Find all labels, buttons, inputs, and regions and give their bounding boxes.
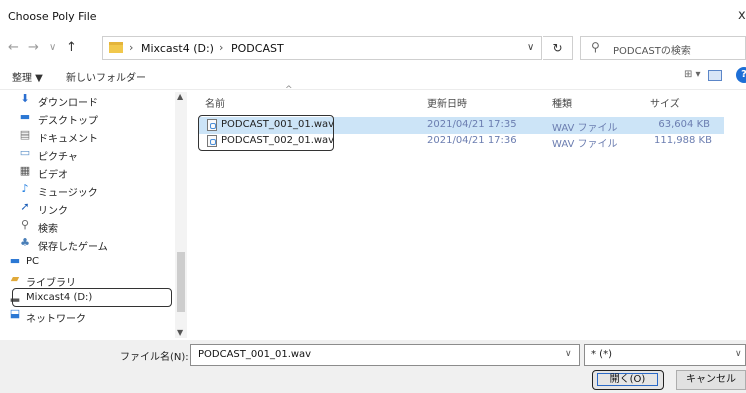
column-header-name[interactable]: 名前 (205, 95, 225, 110)
sidebar-item-links[interactable]: リンク (38, 202, 68, 220)
scroll-down-icon[interactable]: ▼ (177, 328, 183, 337)
column-header-type[interactable]: 種類 (552, 95, 572, 110)
back-arrow-icon[interactable]: ← (8, 40, 19, 55)
file-type: WAV ファイル (552, 123, 618, 134)
sidebar-item-searches[interactable]: 検索 (38, 220, 58, 238)
open-button[interactable]: 開く(O) (592, 370, 664, 390)
refresh-icon: ↻ (552, 41, 563, 55)
file-date: 2021/04/21 17:35 (427, 119, 517, 130)
breadcrumb-separator: › (219, 41, 224, 54)
up-folder-arrow-icon[interactable]: ↑ (66, 40, 77, 55)
sidebar-item-pc[interactable]: PC (26, 256, 39, 274)
close-icon[interactable]: x (738, 8, 746, 23)
folder-icon (109, 42, 123, 53)
sidebar-item-saved-games[interactable]: 保存したゲーム (38, 238, 108, 256)
search-icon: ⚲ (591, 40, 600, 54)
new-folder-button[interactable]: 新しいフォルダー (66, 69, 146, 84)
network-icon: ⬓ (9, 307, 21, 320)
preview-pane-icon[interactable] (708, 70, 722, 81)
download-arrow-icon: ⬇ (20, 92, 30, 105)
sidebar-scrollbar[interactable]: ▲ ▼ (175, 92, 187, 338)
library-icon: ▰ (10, 272, 20, 285)
files-highlight-outline (198, 115, 334, 151)
file-size: 63,604 KB (658, 119, 710, 130)
music-icon: ♪ (21, 182, 29, 195)
filename-field[interactable]: PODCAST_001_01.wav ∨ (190, 344, 580, 366)
command-toolbar: 整理 ▼ 新しいフォルダー ⊞ ▾ ? (0, 62, 746, 90)
sidebar-item-music[interactable]: ミュージック (38, 184, 98, 202)
help-icon[interactable]: ? (736, 67, 746, 83)
file-date: 2021/04/21 17:36 (427, 135, 517, 146)
window-title: Choose Poly File (8, 10, 97, 23)
title-bar: Choose Poly File x (0, 0, 746, 34)
search-icon: ⚲ (20, 218, 30, 231)
pictures-icon: ▭ (19, 146, 31, 159)
sidebar-item-network[interactable]: ネットワーク (26, 310, 86, 328)
filename-value[interactable]: PODCAST_001_01.wav (198, 349, 311, 360)
scroll-thumb[interactable] (177, 252, 185, 312)
recent-locations-chevron-icon[interactable]: ∨ (49, 42, 56, 53)
address-dropdown-chevron-icon[interactable]: ∨ (527, 42, 534, 53)
pc-icon: ▬ (9, 254, 21, 267)
sort-indicator-icon: ^ (285, 85, 293, 95)
breadcrumb-separator: › (129, 41, 134, 54)
sidebar-item-pictures[interactable]: ピクチャ (38, 148, 78, 166)
forward-arrow-icon[interactable]: → (28, 40, 39, 55)
address-bar[interactable]: › Mixcast4 (D:) › PODCAST ∨ (102, 36, 542, 60)
refresh-button[interactable]: ↻ (543, 36, 573, 60)
cancel-button[interactable]: キャンセル (676, 370, 746, 390)
filter-dropdown-chevron-icon[interactable]: ∨ (735, 349, 742, 359)
filter-value[interactable]: * (*) (591, 349, 612, 360)
column-header-date[interactable]: 更新日時 (427, 95, 467, 110)
sidebar-item-desktop[interactable]: デスクトップ (38, 112, 98, 130)
link-icon: ➚ (20, 200, 30, 213)
search-input[interactable]: PODCASTの検索 (613, 42, 691, 57)
video-icon: ▦ (19, 164, 31, 177)
footer-panel: ファイル名(N): PODCAST_001_01.wav ∨ * (*) ∨ 開… (0, 340, 746, 393)
file-size: 111,988 KB (654, 135, 712, 146)
file-type: WAV ファイル (552, 139, 618, 150)
column-header-size[interactable]: サイズ (650, 95, 680, 110)
drive-highlight-outline (12, 288, 172, 307)
desktop-icon: ▬ (19, 110, 31, 123)
sidebar-item-documents[interactable]: ドキュメント (38, 130, 98, 148)
search-box[interactable]: ⚲ PODCASTの検索 (580, 36, 746, 60)
organize-menu-button[interactable]: 整理 ▼ (12, 69, 43, 84)
scroll-up-icon[interactable]: ▲ (177, 92, 183, 101)
view-options-icon[interactable]: ⊞ ▾ (684, 69, 701, 80)
breadcrumb-drive[interactable]: Mixcast4 (D:) (141, 42, 214, 55)
saved-games-icon: ♣ (20, 236, 30, 249)
open-button-label: 開く(O) (597, 373, 658, 386)
document-icon: ▤ (19, 128, 31, 141)
filename-dropdown-chevron-icon[interactable]: ∨ (565, 349, 572, 359)
file-type-filter[interactable]: * (*) ∨ (584, 344, 746, 366)
filename-label: ファイル名(N): (120, 352, 189, 363)
sidebar-item-downloads[interactable]: ダウンロード (38, 94, 98, 112)
breadcrumb-folder[interactable]: PODCAST (231, 42, 284, 55)
sidebar-item-videos[interactable]: ビデオ (38, 166, 68, 184)
